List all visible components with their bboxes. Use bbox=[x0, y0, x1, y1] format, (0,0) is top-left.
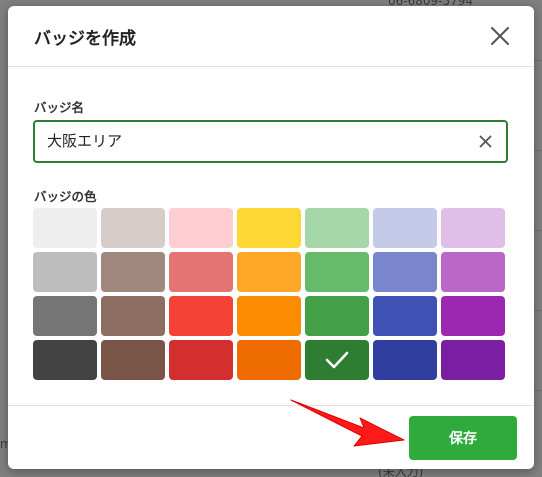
color-swatch[interactable] bbox=[305, 252, 369, 292]
color-swatch[interactable] bbox=[33, 252, 97, 292]
color-swatch[interactable] bbox=[373, 252, 437, 292]
color-swatch[interactable] bbox=[101, 208, 165, 248]
badge-color-label: バッジの色 bbox=[34, 189, 97, 204]
color-swatch[interactable] bbox=[169, 208, 233, 248]
color-swatch[interactable] bbox=[441, 296, 505, 336]
color-swatch[interactable] bbox=[237, 296, 301, 336]
badge-name-input[interactable] bbox=[47, 122, 467, 161]
close-button[interactable] bbox=[488, 24, 512, 48]
color-swatch[interactable] bbox=[169, 340, 233, 380]
clear-icon bbox=[479, 135, 492, 148]
badge-name-field[interactable] bbox=[33, 120, 508, 163]
color-palette bbox=[33, 208, 505, 380]
color-swatch[interactable] bbox=[373, 340, 437, 380]
color-swatch[interactable] bbox=[305, 340, 369, 380]
color-swatch[interactable] bbox=[441, 252, 505, 292]
color-swatch[interactable] bbox=[305, 296, 369, 336]
color-swatch[interactable] bbox=[101, 252, 165, 292]
color-swatch[interactable] bbox=[441, 340, 505, 380]
clear-input-button[interactable] bbox=[478, 134, 493, 149]
red-arrow-icon bbox=[290, 399, 405, 447]
color-swatch[interactable] bbox=[373, 208, 437, 248]
color-swatch[interactable] bbox=[305, 208, 369, 248]
color-swatch[interactable] bbox=[101, 340, 165, 380]
check-icon bbox=[325, 351, 349, 369]
color-swatch[interactable] bbox=[441, 208, 505, 248]
color-swatch[interactable] bbox=[169, 252, 233, 292]
save-button[interactable]: 保存 bbox=[409, 416, 517, 460]
create-badge-dialog: バッジを作成 バッジ名 バッジの色 保存 bbox=[8, 6, 534, 469]
dialog-footer: 保存 bbox=[8, 405, 534, 469]
color-swatch[interactable] bbox=[237, 252, 301, 292]
color-swatch[interactable] bbox=[33, 296, 97, 336]
color-swatch[interactable] bbox=[373, 296, 437, 336]
close-icon bbox=[491, 27, 509, 45]
dialog-header: バッジを作成 bbox=[8, 6, 534, 67]
color-swatch[interactable] bbox=[33, 340, 97, 380]
color-swatch[interactable] bbox=[33, 208, 97, 248]
color-swatch[interactable] bbox=[101, 296, 165, 336]
dialog-title: バッジを作成 bbox=[34, 29, 136, 49]
color-swatch[interactable] bbox=[237, 208, 301, 248]
color-swatch[interactable] bbox=[169, 296, 233, 336]
color-swatch[interactable] bbox=[237, 340, 301, 380]
badge-name-label: バッジ名 bbox=[34, 100, 85, 115]
